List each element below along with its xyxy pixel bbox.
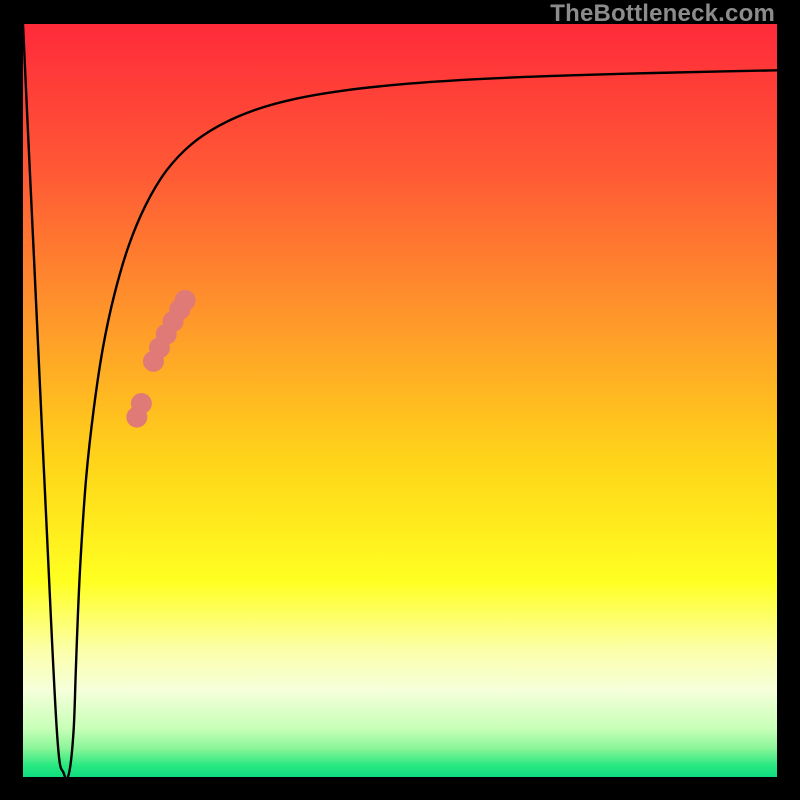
chart-frame: TheBottleneck.com [0,0,800,800]
highlight-dot [131,393,152,414]
highlight-dot [175,290,196,311]
watermark-text: TheBottleneck.com [550,0,775,28]
plot-area [23,24,777,777]
chart-svg [23,24,777,777]
